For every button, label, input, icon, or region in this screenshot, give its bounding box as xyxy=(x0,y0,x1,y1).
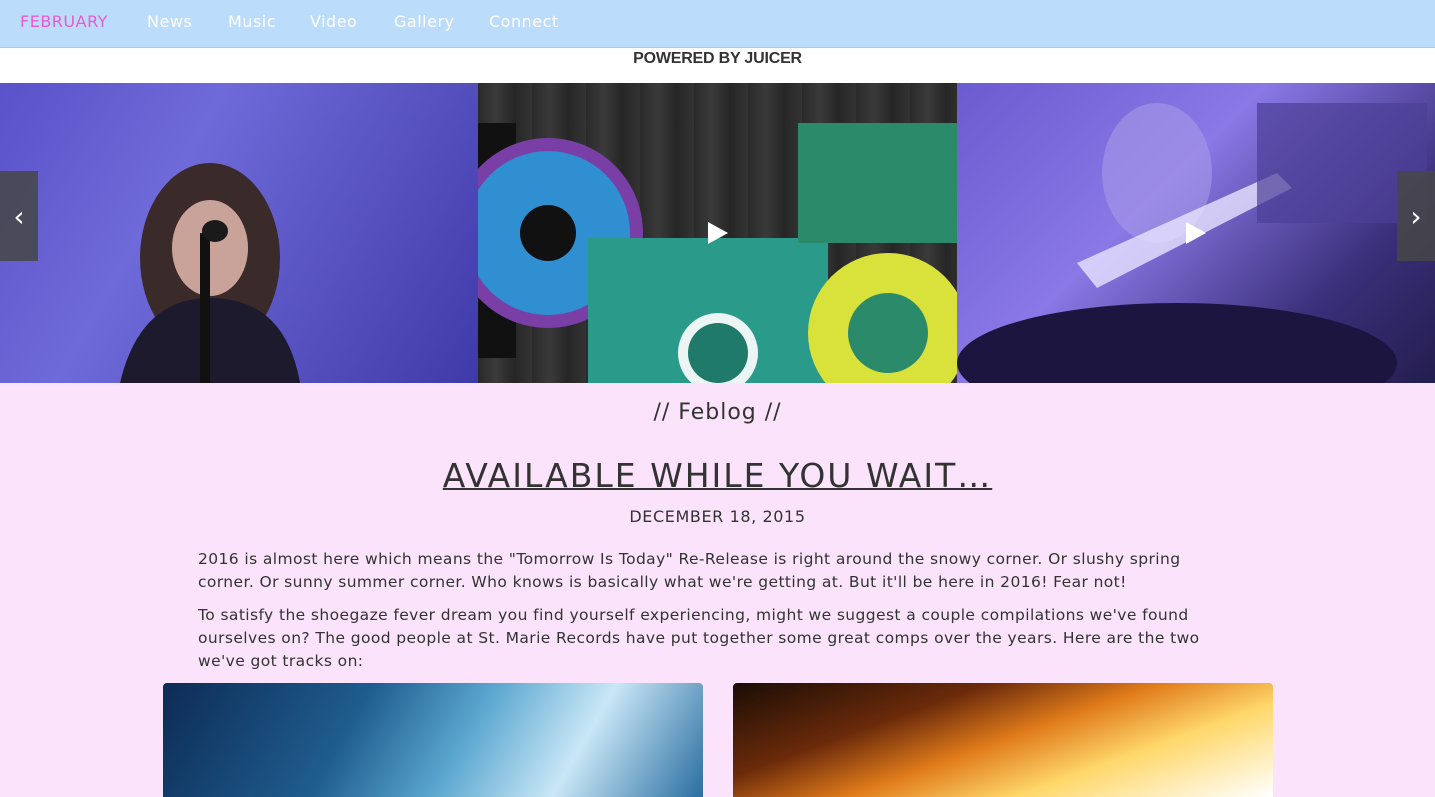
nav-item-music[interactable]: Music xyxy=(228,12,276,31)
juicer-banner: POWERED BY JUICER xyxy=(0,48,1435,83)
carousel-slide-vinyl-video[interactable] xyxy=(478,83,957,383)
powered-by-juicer-link[interactable]: POWERED BY JUICER xyxy=(633,50,802,68)
post-paragraph: 2016 is almost here which means the "Tom… xyxy=(198,550,1181,591)
post-paragraph: To satisfy the shoegaze fever dream you … xyxy=(198,606,1200,670)
play-icon[interactable] xyxy=(708,222,728,244)
carousel-slide-singer-photo[interactable] xyxy=(0,83,478,383)
social-feed-carousel: ‹ › xyxy=(0,83,1435,383)
blog-section-title: // Feblog // xyxy=(653,400,782,425)
singer-photo-image xyxy=(120,163,300,383)
top-nav: FEBRUARY News Music Video Gallery Connec… xyxy=(0,0,1435,48)
post-title: AVAILABLE WHILE YOU WAIT… xyxy=(0,456,1435,495)
carousel-next-button[interactable]: › xyxy=(1397,171,1435,261)
chevron-left-icon: ‹ xyxy=(13,199,25,233)
play-icon[interactable] xyxy=(1186,222,1206,244)
nav-item-gallery[interactable]: Gallery xyxy=(394,12,454,31)
post-date: DECEMBER 18, 2015 xyxy=(629,507,806,526)
brand-logo-link[interactable]: FEBRUARY xyxy=(20,12,108,31)
compilation-cover-image-1[interactable] xyxy=(163,683,703,797)
nav-item-news[interactable]: News xyxy=(147,12,192,31)
nav-item-connect[interactable]: Connect xyxy=(489,12,559,31)
compilation-cover-image-2[interactable] xyxy=(733,683,1273,797)
carousel-prev-button[interactable]: ‹ xyxy=(0,171,38,261)
carousel-slide-guitarist-video[interactable] xyxy=(957,83,1435,383)
nav-item-video[interactable]: Video xyxy=(310,12,357,31)
post-title-link[interactable]: AVAILABLE WHILE YOU WAIT… xyxy=(443,456,992,495)
chevron-right-icon: › xyxy=(1410,199,1422,233)
